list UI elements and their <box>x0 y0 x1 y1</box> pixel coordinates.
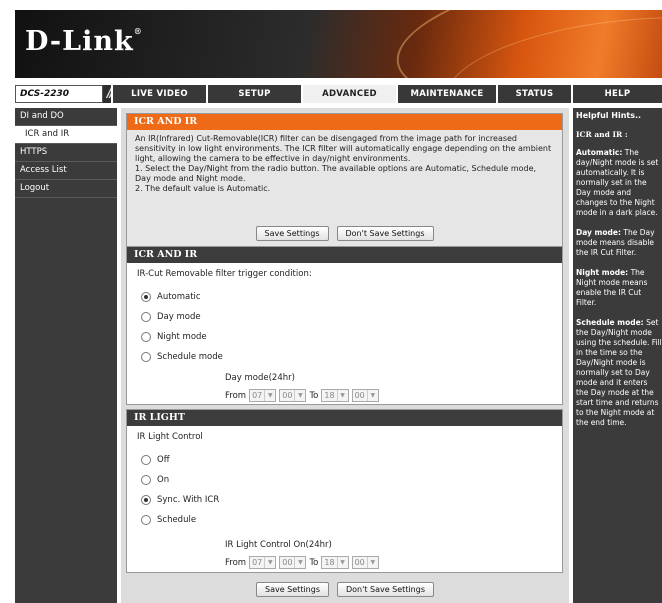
chevron-down-icon: ▼ <box>366 557 378 568</box>
footer-button-row: Save Settings Don't Save Settings <box>121 582 569 597</box>
tab-status[interactable]: STATUS <box>496 85 571 103</box>
tab-maintenance[interactable]: MAINTENANCE <box>396 85 496 103</box>
sidebar-item-access-list[interactable]: Access List <box>15 162 117 180</box>
model-name: DCS-2230 <box>15 85 103 103</box>
icr-from-minute-select[interactable]: 00 ▼ <box>279 389 307 402</box>
dlink-logo: D-Link® <box>25 26 143 57</box>
hint-night-mode: Night mode: The Night mode means enable … <box>576 268 648 307</box>
footer-dont-save-settings-button[interactable]: Don't Save Settings <box>337 582 434 597</box>
tab-advanced[interactable]: ADVANCED <box>301 85 396 103</box>
dont-save-settings-button[interactable]: Don't Save Settings <box>336 226 434 241</box>
chevron-down-icon: ▼ <box>294 390 305 401</box>
radio-ir-off[interactable]: Off <box>137 450 552 470</box>
save-settings-button[interactable]: Save Settings <box>255 226 329 241</box>
chevron-down-icon: ▼ <box>336 557 348 568</box>
radio-ir-on-icon[interactable] <box>141 475 151 485</box>
radio-ir-schedule-icon[interactable] <box>141 515 151 525</box>
ir-light-schedule-title: IR Light Control On(24hr) <box>225 540 332 550</box>
ir-from-label: From <box>225 557 247 568</box>
chevron-down-icon: ▼ <box>264 557 275 568</box>
radio-automatic-icon[interactable] <box>141 292 151 302</box>
ir-from-hour-select[interactable]: 07 ▼ <box>249 556 277 569</box>
sidebar-item-logout[interactable]: Logout <box>15 180 117 198</box>
main-content: ICR AND IR An IR(Infrared) Cut-Removable… <box>121 108 569 603</box>
icr-to-hour-select[interactable]: 18 ▼ <box>321 389 349 402</box>
intro-paragraph: An IR(Infrared) Cut-Removable(ICR) filte… <box>135 134 552 163</box>
header-banner: D-Link® <box>15 10 662 78</box>
icr-panel: ICR AND IR IR-Cut Removable filter trigg… <box>126 246 563 405</box>
hints-subtitle: ICR and IR : <box>576 130 628 139</box>
tab-help[interactable]: HELP <box>571 85 662 103</box>
ir-light-schedule: IR Light Control On(24hr) From 07 ▼ 00 ▼ T… <box>225 540 379 569</box>
ir-to-hour-select[interactable]: 18 ▼ <box>321 556 349 569</box>
chevron-down-icon: ▼ <box>366 390 378 401</box>
chevron-down-icon: ▼ <box>264 390 275 401</box>
chevron-down-icon: ▼ <box>294 557 305 568</box>
tab-setup[interactable]: SETUP <box>206 85 301 103</box>
radio-ir-off-label: Off <box>157 455 170 465</box>
intro-step-2: 2. The default value is Automatic. <box>135 184 271 193</box>
tab-live-video[interactable]: LIVE VIDEO <box>111 85 206 103</box>
radio-schedule-mode[interactable]: Schedule mode <box>137 347 552 367</box>
radio-ir-sync-icon[interactable] <box>141 495 151 505</box>
intro-step-1: 1. Select the Day/Night from the radio b… <box>135 164 537 183</box>
ir-light-panel: IR LIGHT IR Light Control Off On Sync. W… <box>126 409 563 573</box>
hint-schedule-mode: Schedule mode: Set the Day/Night mode us… <box>576 318 662 427</box>
hint-day-mode: Day mode: The Day mode means disable the… <box>576 228 655 257</box>
radio-night-mode[interactable]: Night mode <box>137 327 552 347</box>
icr-condition-label: IR-Cut Removable filter trigger conditio… <box>137 269 312 279</box>
hints-header: Helpful Hints.. <box>576 111 642 120</box>
radio-night-mode-label: Night mode <box>157 332 207 342</box>
intro-button-row: Save Settings Don't Save Settings <box>127 226 562 241</box>
radio-ir-sync[interactable]: Sync. With ICR <box>137 490 552 510</box>
radio-ir-off-icon[interactable] <box>141 455 151 465</box>
icr-from-label: From <box>225 390 247 401</box>
icr-body: IR-Cut Removable filter trigger conditio… <box>127 263 562 402</box>
top-navigation: DCS-2230 /// LIVE VIDEO SETUP ADVANCED M… <box>15 85 662 103</box>
radio-ir-on-label: On <box>157 475 170 485</box>
radio-schedule-mode-label: Schedule mode <box>157 352 223 362</box>
sidebar-item-di-and-do[interactable]: DI and DO <box>15 108 117 126</box>
radio-day-mode-icon[interactable] <box>141 312 151 322</box>
hint-automatic: Automatic: The day/Night mode is set aut… <box>576 148 659 217</box>
ir-from-minute-select[interactable]: 00 ▼ <box>279 556 307 569</box>
radio-day-mode[interactable]: Day mode <box>137 307 552 327</box>
icr-schedule: Day mode(24hr) From 07 ▼ 00 ▼ To 18 ▼ 00 ▼ <box>225 373 379 402</box>
sidebar-item-https[interactable]: HTTPS <box>15 144 117 162</box>
icr-schedule-title: Day mode(24hr) <box>225 373 295 383</box>
radio-automatic[interactable]: Automatic <box>137 287 552 307</box>
chevron-down-icon: ▼ <box>336 390 348 401</box>
radio-night-mode-icon[interactable] <box>141 332 151 342</box>
ir-light-control-label: IR Light Control <box>137 432 203 442</box>
ir-light-title: IR LIGHT <box>127 410 562 426</box>
radio-schedule-mode-icon[interactable] <box>141 352 151 362</box>
radio-day-mode-label: Day mode <box>157 312 201 322</box>
icr-from-hour-select[interactable]: 07 ▼ <box>249 389 277 402</box>
icr-time-row: From 07 ▼ 00 ▼ To 18 ▼ 00 ▼ <box>225 389 379 402</box>
ir-light-body: IR Light Control Off On Sync. With ICR S… <box>127 426 562 569</box>
ir-to-minute-select[interactable]: 00 ▼ <box>351 556 379 569</box>
icr-title: ICR AND IR <box>127 247 562 263</box>
ir-to-label: To <box>309 557 319 568</box>
sidebar: DI and DO ICR and IR HTTPS Access List L… <box>15 108 117 603</box>
radio-ir-sync-label: Sync. With ICR <box>157 495 220 505</box>
radio-ir-on[interactable]: On <box>137 470 552 490</box>
icr-to-minute-select[interactable]: 00 ▼ <box>351 389 379 402</box>
radio-ir-schedule[interactable]: Schedule <box>137 510 552 530</box>
helpful-hints: Helpful Hints.. ICR and IR : Automatic: … <box>573 108 662 603</box>
radio-ir-schedule-label: Schedule <box>157 515 197 525</box>
intro-title: ICR AND IR <box>127 114 562 130</box>
sidebar-item-icr-and-ir[interactable]: ICR and IR <box>15 126 117 144</box>
footer-save-settings-button[interactable]: Save Settings <box>256 582 329 597</box>
intro-panel: ICR AND IR An IR(Infrared) Cut-Removable… <box>126 113 563 246</box>
icr-to-label: To <box>309 390 319 401</box>
ir-light-time-row: From 07 ▼ 00 ▼ To 18 ▼ 00 ▼ <box>225 556 379 569</box>
radio-automatic-label: Automatic <box>157 292 201 302</box>
intro-description: An IR(Infrared) Cut-Removable(ICR) filte… <box>127 130 562 246</box>
